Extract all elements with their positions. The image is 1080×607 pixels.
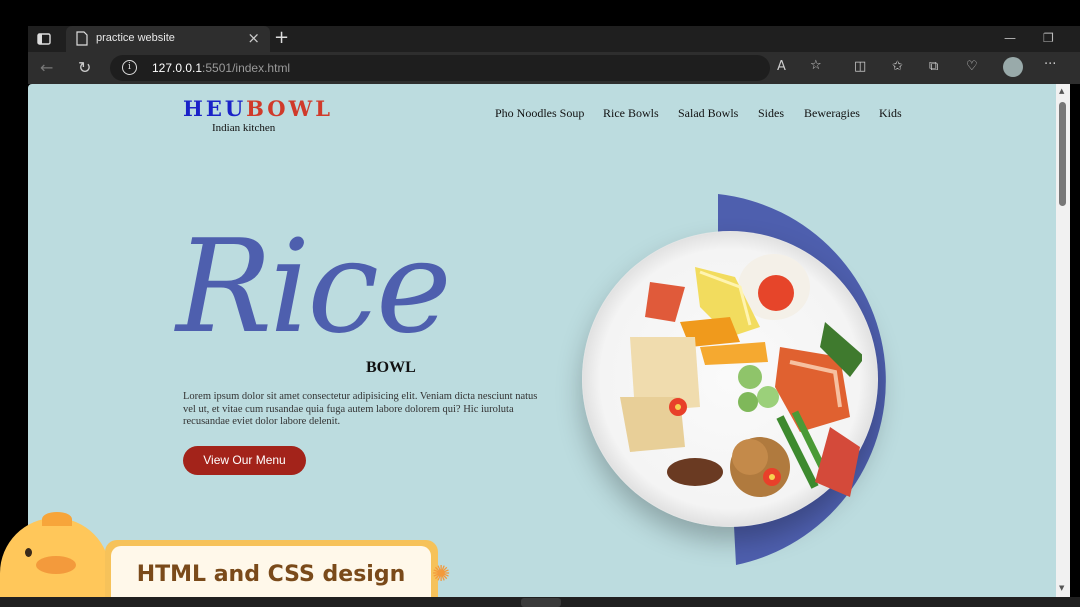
taskbar	[0, 597, 1080, 607]
url-field[interactable]: i 127.0.0.1:5501/index.html A ☆	[110, 55, 822, 81]
mascot-tuft	[42, 512, 72, 526]
page-scrollbar[interactable]: ▲ ▼	[1056, 84, 1070, 597]
tab-bar: practice website × + — ❐	[28, 26, 1080, 52]
info-icon[interactable]: i	[122, 60, 137, 75]
back-icon[interactable]: ←	[40, 58, 53, 77]
mascot-eye	[25, 548, 32, 557]
restore-icon[interactable]: ❐	[1043, 31, 1054, 45]
refresh-icon[interactable]: ↻	[78, 58, 91, 77]
rice-bowl-food-image	[620, 254, 862, 497]
scroll-up-icon[interactable]: ▲	[1059, 87, 1064, 95]
address-bar-row: ← ↻ i 127.0.0.1:5501/index.html A ☆ ◫ ✩ …	[28, 52, 1080, 84]
collections-icon[interactable]: ⧉	[929, 59, 938, 74]
more-icon[interactable]: ···	[1044, 57, 1056, 72]
decorative-arc	[718, 194, 886, 565]
favorite-icon[interactable]: ☆	[810, 58, 822, 73]
tab-title: practice website	[96, 32, 175, 44]
tab-actions-icon[interactable]	[36, 31, 52, 47]
scrollbar-thumb[interactable]	[1059, 102, 1066, 206]
url-text: 127.0.0.1:5501/index.html	[152, 61, 290, 75]
url-path: :5501/index.html	[202, 61, 291, 75]
new-tab-icon[interactable]: +	[274, 27, 289, 48]
close-icon[interactable]: ×	[247, 29, 260, 47]
read-aloud-icon[interactable]: A	[777, 59, 786, 74]
scroll-down-icon[interactable]: ▼	[1059, 584, 1064, 592]
page-viewport: HEUBOWL Indian kitchen Pho Noodles Soup …	[28, 84, 1056, 597]
favorites-icon[interactable]: ✩	[892, 59, 903, 74]
split-screen-icon[interactable]: ◫	[854, 59, 866, 74]
taskbar-app[interactable]	[521, 598, 561, 607]
mascot-beak	[36, 556, 76, 574]
document-icon	[76, 31, 88, 46]
browser-tab[interactable]: practice website ×	[66, 26, 270, 52]
health-icon[interactable]: ♡	[966, 59, 978, 74]
profile-icon[interactable]	[1003, 57, 1023, 77]
flower-deco-icon: ✺	[432, 562, 451, 587]
minimize-icon[interactable]: —	[1004, 31, 1016, 45]
url-host: 127.0.0.1	[152, 61, 203, 75]
